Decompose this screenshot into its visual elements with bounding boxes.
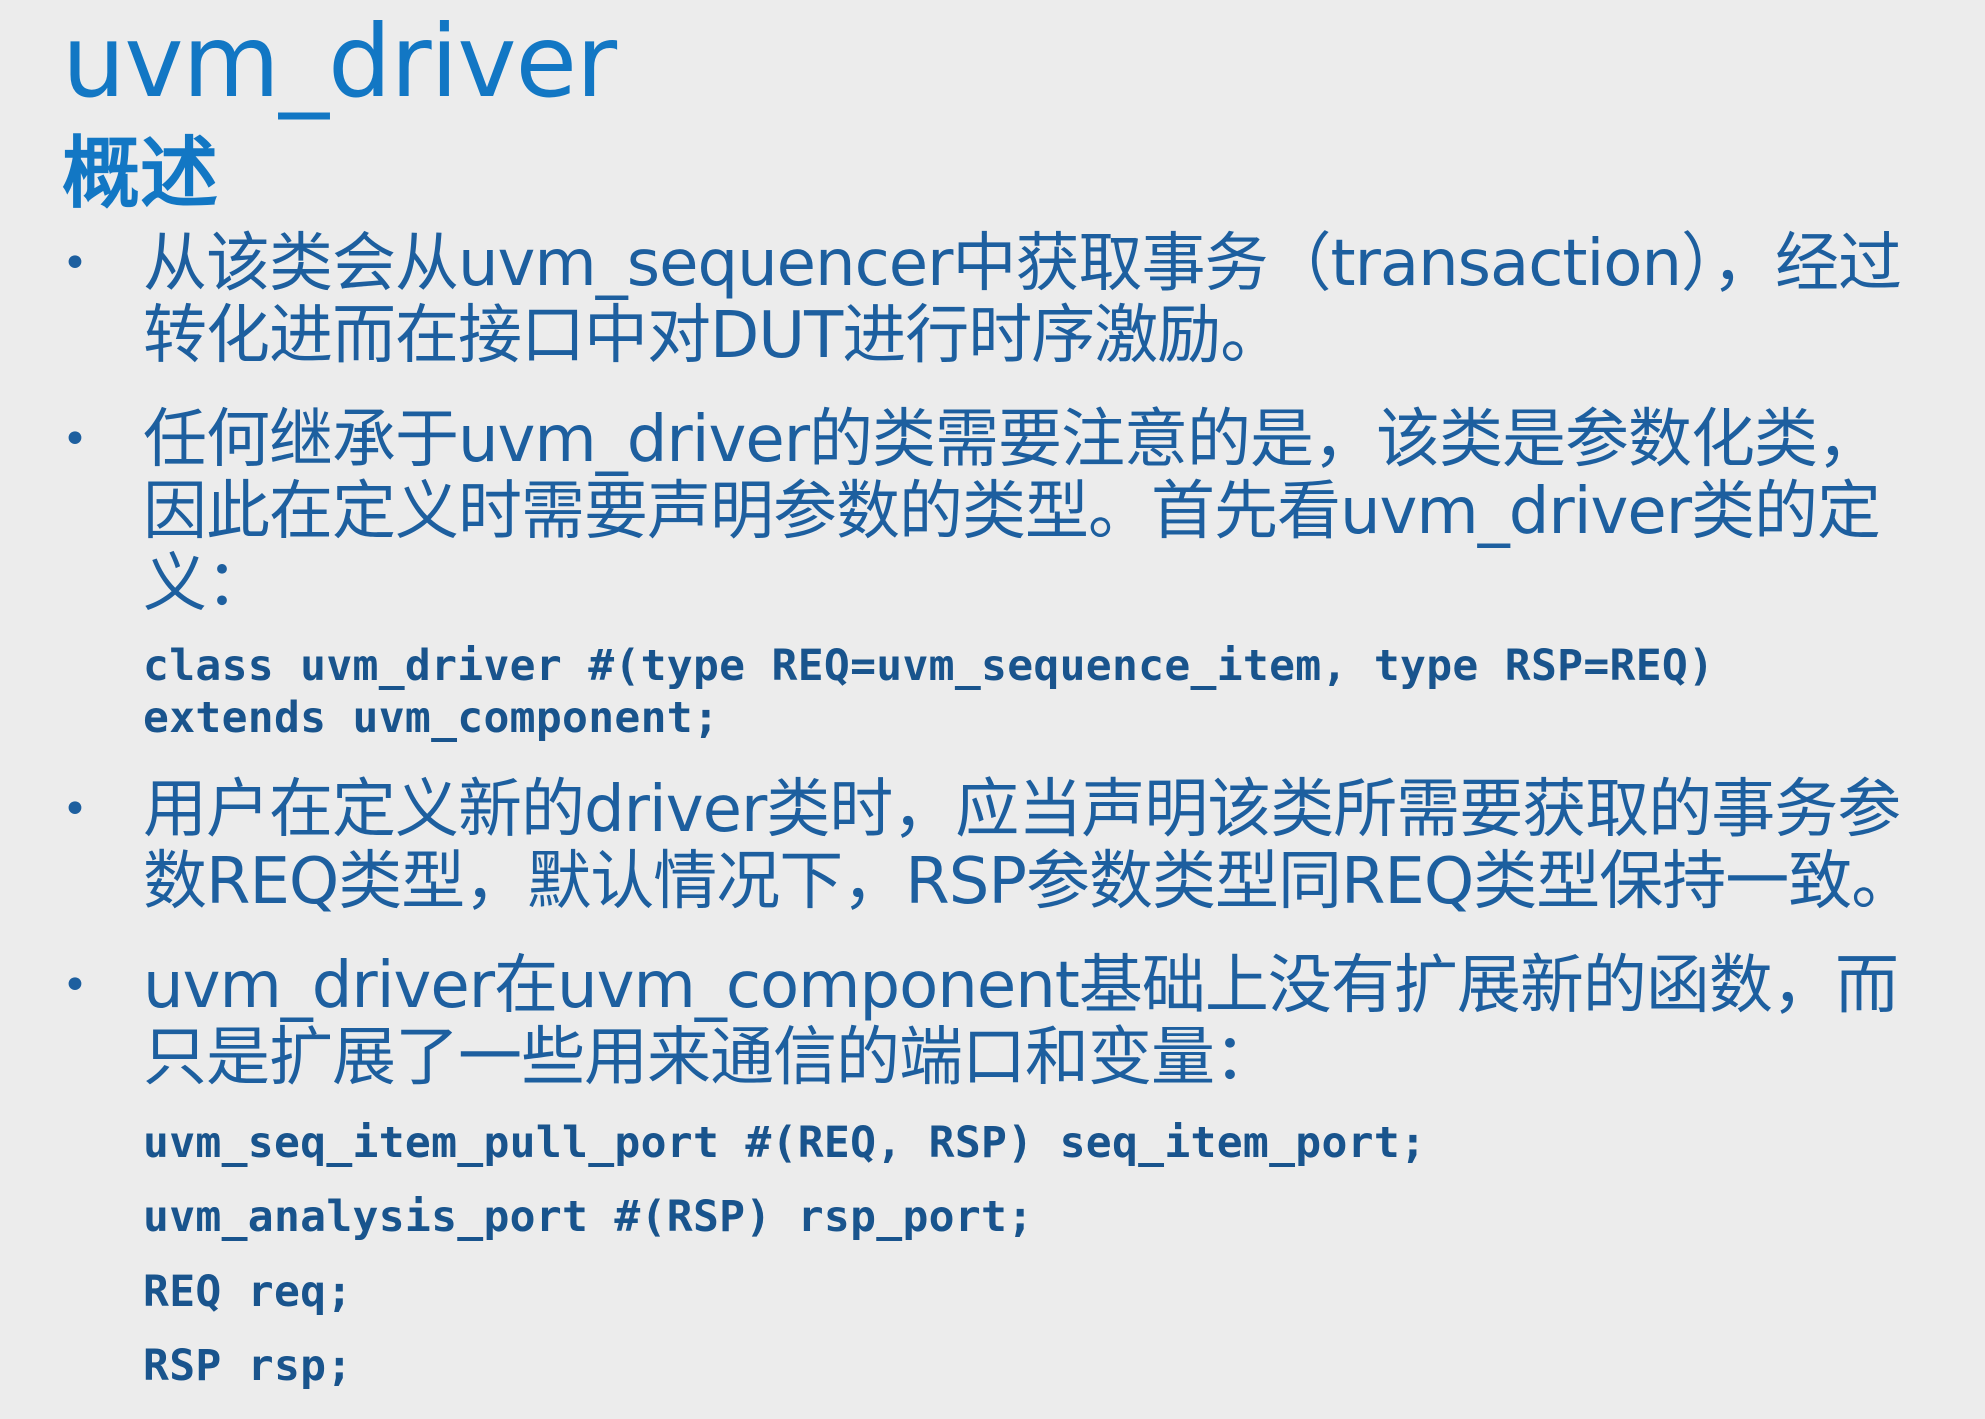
bullet-4-line-1: uvm_driver在uvm_component基础上没有扩展新的函数，而 <box>143 949 1899 1023</box>
bullet-marker: • <box>62 414 88 465</box>
section-subtitle: 概述 <box>62 129 219 219</box>
bullet-marker: • <box>62 238 88 289</box>
port-declaration-code-line-2: uvm_analysis_port #(RSP) rsp_port; <box>143 1192 1034 1242</box>
variable-declaration-code-line-1: REQ req; <box>143 1267 353 1317</box>
variable-declaration-code-line-2: RSP rsp; <box>143 1341 353 1391</box>
bullet-1-line-2: 转化进而在接口中对DUT进行时序激励。 <box>143 299 1284 373</box>
bullet-marker: • <box>62 960 88 1011</box>
bullet-2-line-3: 义： <box>143 547 270 621</box>
class-definition-code-line-2: extends uvm_component; <box>143 693 720 743</box>
bullet-1-line-1: 从该类会从uvm_sequencer中获取事务（transaction），经过 <box>143 227 1902 301</box>
bullet-2-line-1: 任何继承于uvm_driver的类需要注意的是，该类是参数化类， <box>143 403 1881 477</box>
class-definition-code-line-1: class uvm_driver #(type REQ=uvm_sequence… <box>143 641 1715 691</box>
port-declaration-code-line-1: uvm_seq_item_pull_port #(REQ, RSP) seq_i… <box>143 1118 1427 1168</box>
bullet-marker: • <box>62 784 88 835</box>
bullet-4-line-2: 只是扩展了一些用来通信的端口和变量： <box>143 1021 1278 1095</box>
bullet-2-line-2: 因此在定义时需要声明参数的类型。首先看uvm_driver类的定 <box>143 475 1881 549</box>
bullet-3-line-2: 数REQ类型，默认情况下，RSP参数类型同REQ类型保持一致。 <box>143 845 1915 919</box>
bullet-3-line-1: 用户在定义新的driver类时，应当声明该类所需要获取的事务参 <box>143 773 1901 847</box>
slide: uvm_driver 概述 • 从该类会从uvm_sequencer中获取事务（… <box>0 0 1985 1419</box>
page-title: uvm_driver <box>62 3 617 120</box>
